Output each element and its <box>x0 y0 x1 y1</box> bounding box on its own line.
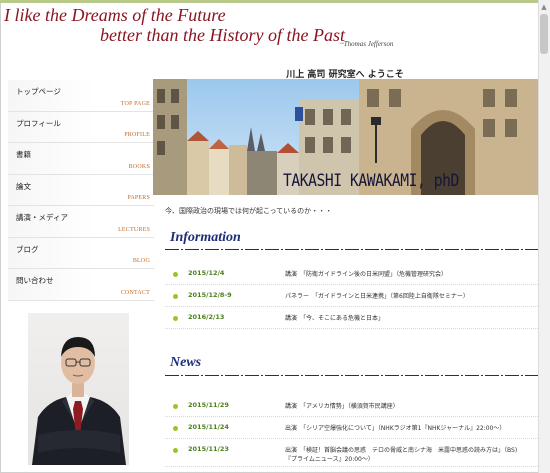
sidebar-item-profile[interactable]: プロフィール PROFILE <box>8 111 154 143</box>
info-desc: 講演 「防衛ガイドライン後の日米同盟」（危機管理研究会） <box>285 271 448 278</box>
sidebar-item-books[interactable]: 書籍 BOOKS <box>8 143 154 175</box>
news-heading: News <box>170 355 202 370</box>
motto-line-2: better than the History of the Past <box>100 25 345 45</box>
bullet-icon <box>173 316 178 321</box>
sidebar-item-sublabel: PAPERS <box>127 195 150 201</box>
vertical-scrollbar[interactable]: ▲ <box>538 0 550 473</box>
sidebar-item-blog[interactable]: ブログ BLOG <box>8 237 154 269</box>
sidebar-item-top-page[interactable]: トップページ TOP PAGE <box>8 80 154 112</box>
bullet-icon <box>173 294 178 299</box>
sidebar-item-lectures[interactable]: 講演・メディア LECTURES <box>8 206 154 238</box>
sidebar-item-sublabel: BLOG <box>132 258 150 264</box>
info-desc: パネラー 「ガイドラインと日米連携」（第6回陸上自衛隊セミナー） <box>285 293 469 300</box>
sidebar-item-label: 講演・メディア <box>16 213 68 222</box>
news-row[interactable]: 2015/11/23 出演 「検証！首脳会議の思惑 テロの脅威と南シナ海 米露中… <box>165 441 538 467</box>
sidebar-item-sublabel: PROFILE <box>124 132 150 138</box>
sidebar-item-sublabel: TOP PAGE <box>120 100 150 107</box>
news-date: 2015/11/29 <box>188 401 229 409</box>
portrait-photo <box>28 313 129 465</box>
sidebar-item-contact[interactable]: 問い合わせ CONTACT <box>8 269 154 301</box>
info-date: 2016/2/13 <box>188 313 225 321</box>
info-row[interactable]: 2016/2/13 講演 「今、そこにある危機と日本」 <box>165 309 538 329</box>
scroll-up-arrow-icon[interactable]: ▲ <box>540 3 548 11</box>
information-heading: Information <box>170 230 241 245</box>
info-date: 2015/12/4 <box>188 269 225 277</box>
info-row[interactable]: 2015/12/4 講演 「防衛ガイドライン後の日米同盟」（危機管理研究会） <box>165 265 538 285</box>
info-row[interactable]: 2015/12/8-9 パネラー 「ガイドラインと日米連携」（第6回陸上自衛隊セ… <box>165 287 538 307</box>
sidebar-item-label: ブログ <box>16 244 39 254</box>
news-desc-continued: 『プライムニュース』20:00～） <box>285 456 374 463</box>
news-desc: 講演 「アメリカ情勢」（横須賀市民講座） <box>285 403 399 410</box>
hero-name-text: TAKASHI KAWAKAMI, phD <box>283 171 459 191</box>
news-date: 2015/11/24 <box>188 423 229 431</box>
news-desc: 出演 「検証！首脳会議の思惑 テロの脅威と南シナ海 米露中思惑の読み方は」（BS… <box>285 447 518 454</box>
sidebar-item-label: 書籍 <box>16 150 31 159</box>
info-date: 2015/12/8-9 <box>188 291 232 299</box>
news-row[interactable]: 2015/11/24 出演 「シリア空爆強化について」（NHKラジオ第1『NHK… <box>165 419 538 439</box>
sidebar-item-label: トップページ <box>16 87 61 96</box>
sidebar-item-label: 論文 <box>16 181 31 191</box>
sidebar-item-papers[interactable]: 論文 PAPERS <box>8 174 154 206</box>
bullet-icon <box>173 426 178 431</box>
motto-author: ~Thomas Jefferson <box>340 40 394 48</box>
info-desc: 講演 「今、そこにある危機と日本」 <box>285 315 385 322</box>
news-divider <box>165 375 538 376</box>
top-accent-line <box>0 0 550 3</box>
sidebar-item-sublabel: LECTURES <box>118 226 150 233</box>
bullet-icon <box>173 272 178 277</box>
information-divider <box>165 249 538 250</box>
bullet-icon <box>173 404 178 409</box>
scrollbar-thumb[interactable] <box>540 14 548 54</box>
sidebar-item-sublabel: CONTACT <box>120 289 150 296</box>
sidebar-item-sublabel: BOOKS <box>128 163 150 170</box>
news-row[interactable]: 2015/11/29 講演 「アメリカ情勢」（横須賀市民講座） <box>165 397 538 417</box>
hero-banner: TAKASHI KAWAKAMI, phD <box>153 79 538 195</box>
sidebar-nav: トップページ TOP PAGE プロフィール PROFILE 書籍 BOOKS … <box>8 80 154 301</box>
sidebar-item-label: プロフィール <box>16 118 61 128</box>
sidebar-item-label: 問い合わせ <box>16 276 54 285</box>
news-date: 2015/11/23 <box>188 445 229 453</box>
intro-text: 今、国際政治の現場では何が起こっているのか・・・ <box>165 207 333 215</box>
bullet-icon <box>173 448 178 453</box>
news-desc: 出演 「シリア空爆強化について」（NHKラジオ第1『NHKジャーナル』22:00… <box>285 425 506 432</box>
motto-line-1: I like the Dreams of the Future <box>4 5 226 25</box>
